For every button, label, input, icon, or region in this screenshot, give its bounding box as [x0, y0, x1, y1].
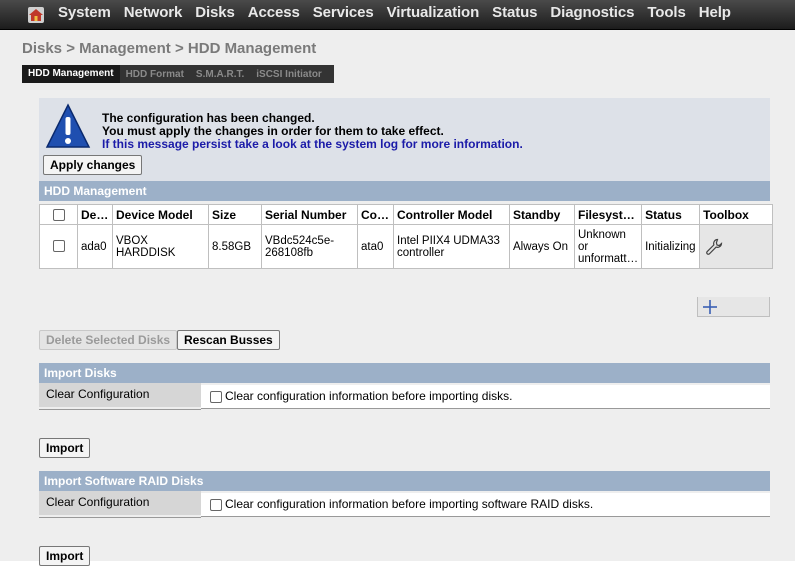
- cell-serial: VBdc524c5e-268108fb: [261, 224, 358, 269]
- notice-line-1: The configuration has been changed.: [102, 111, 315, 125]
- cell-filesystem: Unknown or unformatt…: [573, 224, 643, 269]
- cell-controller: ata0: [357, 224, 394, 269]
- row-select-cell: [39, 224, 78, 269]
- tab-hdd-format[interactable]: HDD Format: [120, 69, 190, 80]
- cell-status: Initializing: [641, 224, 701, 269]
- clear-config-text: Clear configuration information before i…: [225, 389, 513, 403]
- col-filesystem: Filesyst…: [573, 204, 643, 225]
- menu-virtualization[interactable]: Virtualization: [387, 4, 480, 21]
- hdd-table: De… Device Model Size Serial Number Co… …: [39, 204, 774, 269]
- apply-changes-button[interactable]: Apply changes: [43, 155, 143, 175]
- notice-line-2: You must apply the changes in order for …: [102, 124, 444, 138]
- main-menu: System Network Disks Access Services Vir…: [58, 4, 744, 21]
- divider: [39, 517, 201, 518]
- top-nav-bar: System Network Disks Access Services Vir…: [0, 0, 795, 30]
- add-icon[interactable]: [702, 299, 718, 315]
- col-device: De…: [77, 204, 113, 225]
- table-header-row: De… Device Model Size Serial Number Co… …: [39, 204, 774, 225]
- cell-device-model: VBOX HARDDISK: [112, 224, 209, 269]
- main-content: The configuration has been changed. You …: [22, 83, 795, 566]
- col-controller: Co…: [357, 204, 394, 225]
- col-status: Status: [641, 204, 701, 225]
- col-device-model: Device Model: [112, 204, 209, 225]
- hdd-management-header: HDD Management: [39, 181, 770, 201]
- table-row: ada0 VBOX HARDDISK 8.58GB VBdc524c5e-268…: [39, 224, 774, 269]
- clear-raid-config-text: Clear configuration information before i…: [225, 497, 594, 511]
- menu-tools[interactable]: Tools: [647, 4, 685, 21]
- menu-status[interactable]: Status: [492, 4, 537, 21]
- col-controller-model: Controller Model: [393, 204, 510, 225]
- config-changed-notice: The configuration has been changed. You …: [39, 98, 770, 181]
- menu-disks[interactable]: Disks: [195, 4, 235, 21]
- cell-device: ada0: [77, 224, 113, 269]
- clear-raid-config-field: Clear configuration information before i…: [201, 493, 770, 517]
- menu-help[interactable]: Help: [699, 4, 731, 21]
- tab-smart[interactable]: S.M.A.R.T.: [190, 69, 250, 80]
- menu-diagnostics[interactable]: Diagnostics: [550, 4, 634, 21]
- clear-raid-config-label: Clear Configuration: [39, 491, 201, 515]
- menu-services[interactable]: Services: [313, 4, 374, 21]
- import-disks-header: Import Disks: [39, 363, 770, 383]
- tab-iscsi-initiator[interactable]: iSCSI Initiator: [250, 69, 328, 80]
- add-disk-cell: [697, 297, 770, 317]
- breadcrumb: Disks > Management > HDD Management: [22, 40, 317, 57]
- warning-icon: [45, 103, 91, 148]
- clear-config-field: Clear configuration information before i…: [201, 385, 770, 409]
- wrench-icon[interactable]: [705, 238, 723, 256]
- col-size: Size: [208, 204, 262, 225]
- col-standby: Standby: [509, 204, 575, 225]
- col-serial: Serial Number: [261, 204, 358, 225]
- import-disks-button[interactable]: Import: [39, 438, 91, 458]
- row-checkbox[interactable]: [52, 240, 65, 253]
- delete-selected-disks-button[interactable]: Delete Selected Disks: [39, 330, 178, 350]
- cell-controller-model: Intel PIIX4 UDMA33 controller: [393, 224, 510, 269]
- page: Disks > Management > HDD Management HDD …: [0, 30, 795, 566]
- menu-network[interactable]: Network: [124, 4, 183, 21]
- import-raid-button[interactable]: Import: [39, 546, 91, 566]
- home-icon[interactable]: [27, 6, 45, 24]
- cell-standby: Always On: [509, 224, 575, 269]
- import-raid-header: Import Software RAID Disks: [39, 471, 770, 491]
- notice-line-3: If this message persist take a look at t…: [102, 137, 523, 151]
- cell-toolbox: [699, 224, 774, 269]
- clear-config-checkbox[interactable]: [210, 390, 222, 403]
- clear-raid-config-checkbox[interactable]: [210, 498, 222, 511]
- tab-hdd-management[interactable]: HDD Management: [22, 65, 120, 83]
- tab-bar: HDD Management HDD Format S.M.A.R.T. iSC…: [22, 65, 334, 83]
- select-all-checkbox[interactable]: [52, 209, 65, 222]
- col-toolbox: Toolbox: [699, 204, 774, 225]
- divider: [39, 409, 201, 410]
- cell-size: 8.58GB: [208, 224, 262, 269]
- clear-config-label: Clear Configuration: [39, 383, 201, 407]
- select-all-header: [39, 204, 78, 225]
- menu-system[interactable]: System: [58, 4, 111, 21]
- rescan-busses-button[interactable]: Rescan Busses: [177, 330, 280, 350]
- menu-access[interactable]: Access: [248, 4, 300, 21]
